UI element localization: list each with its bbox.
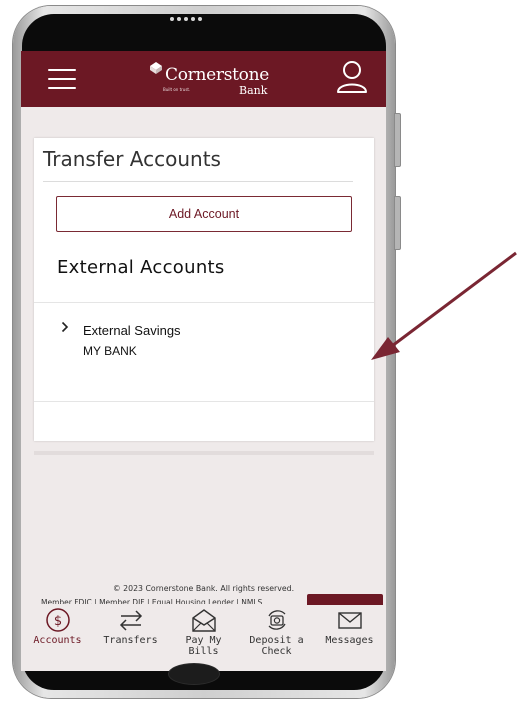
hamburger-icon[interactable] <box>48 69 76 89</box>
tab-label: Messages <box>325 635 374 646</box>
account-name: External Savings <box>83 323 181 338</box>
user-icon[interactable] <box>334 58 370 96</box>
app-screen: Cornerstone Bank Built on trust. Transfe… <box>21 51 386 671</box>
copyright-text: © 2023 Cornerstone Bank. All rights rese… <box>112 584 295 593</box>
tab-label: Deposit a Check <box>249 635 304 657</box>
brand-name: Cornerstone <box>165 65 270 85</box>
chevron-right-icon[interactable] <box>61 321 69 337</box>
home-button[interactable] <box>168 663 220 685</box>
dollar-circle-icon: $ <box>45 608 70 632</box>
camera-icon <box>267 610 286 630</box>
card-bottom-shadow <box>34 451 374 455</box>
tab-pay-my-bills[interactable]: Pay My Bills <box>167 605 240 657</box>
page-title: Transfer Accounts <box>43 147 221 171</box>
brand-suffix: Bank <box>239 84 268 97</box>
brand-tagline: Built on trust. <box>163 87 191 92</box>
tab-messages[interactable]: Messages <box>313 605 386 646</box>
legal-text: Member FDIC | Member DIF | Equal Housing… <box>41 598 263 604</box>
transfer-arrows-icon <box>119 610 142 631</box>
bank-logo[interactable]: Cornerstone Bank Built on trust. <box>149 59 269 99</box>
chevron-right-svg <box>61 321 69 333</box>
tab-accounts[interactable]: $ Accounts <box>21 605 94 646</box>
envelope-open-icon <box>191 609 216 632</box>
transfer-accounts-card <box>34 138 374 441</box>
cornerstone-logo-mark-icon <box>150 62 162 74</box>
mail-icon <box>337 612 362 629</box>
account-bank: MY BANK <box>83 344 137 358</box>
tab-transfers[interactable]: Transfers <box>94 605 167 646</box>
svg-text:$: $ <box>53 614 61 629</box>
power-button <box>394 196 401 250</box>
title-divider <box>43 181 353 182</box>
section-title-external-accounts: External Accounts <box>57 257 225 278</box>
top-navigation-bar: Cornerstone Bank Built on trust. <box>21 51 386 107</box>
list-divider-bottom <box>34 401 374 402</box>
speaker-grille <box>170 17 202 21</box>
tab-label: Transfers <box>103 635 158 646</box>
tab-deposit-check[interactable]: Deposit a Check <box>240 605 313 657</box>
tab-label: Pay My Bills <box>185 635 222 657</box>
tab-label: Accounts <box>33 635 82 646</box>
volume-button <box>394 113 401 167</box>
add-account-button[interactable]: Add Account <box>56 196 352 232</box>
list-divider-top <box>34 302 374 303</box>
bottom-tab-bar: $ Accounts Transfers Pay My Bills Deposi… <box>21 605 386 671</box>
